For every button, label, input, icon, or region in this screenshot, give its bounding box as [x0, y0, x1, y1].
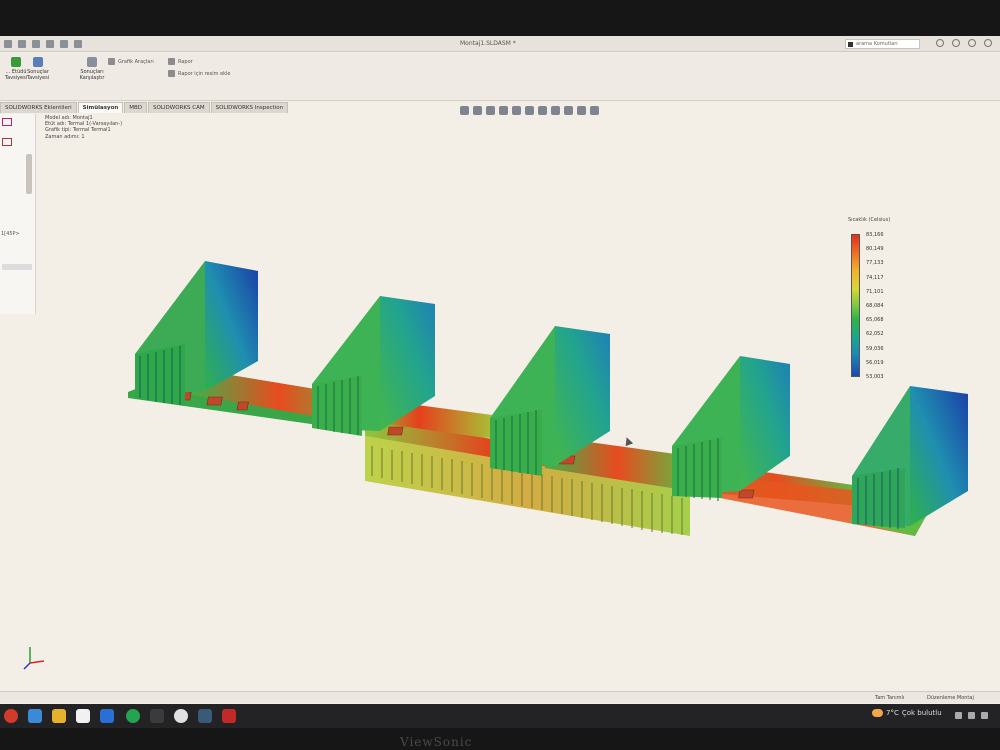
temperature-color-bar — [851, 234, 860, 377]
system-tray — [955, 712, 988, 719]
legend-value: 77,133 — [866, 260, 884, 267]
legend-value: 74,117 — [866, 274, 884, 281]
word-icon[interactable] — [100, 709, 114, 723]
chrome-icon[interactable] — [174, 709, 188, 723]
heatsink-5 — [852, 386, 968, 529]
thermal-model-viewport[interactable] — [0, 36, 1000, 728]
tray-chevron-icon[interactable] — [955, 712, 962, 719]
app-icon[interactable] — [150, 709, 164, 723]
legend-value: 80,149 — [866, 246, 884, 253]
status-edit-mode: Düzenleme Montaj — [927, 695, 974, 701]
legend-value: 59,036 — [866, 345, 884, 352]
status-definition: Tam Tanımlı — [875, 695, 905, 701]
legend-title: Sıcaklık (Celsius) — [848, 217, 891, 223]
store-icon[interactable] — [76, 709, 90, 723]
axis-triad — [23, 647, 45, 670]
app2-icon[interactable] — [198, 709, 212, 723]
cloud-sun-icon — [872, 709, 883, 717]
monitor-frame: Montaj1.SLDASM * arama Komutları ... Etü… — [0, 0, 1000, 750]
application-window: Montaj1.SLDASM * arama Komutları ... Etü… — [0, 36, 1000, 728]
solidworks-icon[interactable] — [222, 709, 236, 723]
legend-value: 65,068 — [866, 317, 884, 324]
legend-value: 53,003 — [866, 373, 884, 380]
network-icon[interactable] — [968, 712, 975, 719]
file-explorer-icon[interactable] — [52, 709, 66, 723]
weather-temp: 7°C — [886, 709, 899, 717]
weather-widget[interactable]: 7°C Çok bulutlu — [872, 709, 942, 717]
windows-taskbar: 7°C Çok bulutlu — [0, 704, 1000, 728]
legend-value: 56,019 — [866, 359, 884, 366]
browser-icon[interactable] — [4, 709, 18, 723]
legend-value: 83,166 — [866, 232, 884, 238]
whatsapp-icon[interactable] — [126, 709, 140, 723]
legend-value: 68,084 — [866, 302, 884, 309]
monitor-brand-logo: ViewSonic — [400, 735, 473, 749]
legend-value: 71,101 — [866, 288, 884, 295]
legend-values: 83,166 80,149 77,133 74,117 71,101 68,08… — [866, 232, 884, 380]
volume-icon[interactable] — [981, 712, 988, 719]
weather-description: Çok bulutlu — [901, 709, 942, 717]
status-bar: Tam Tanımlı Düzenleme Montaj — [0, 691, 1000, 703]
legend-value: 62,052 — [866, 331, 884, 338]
browser-edge-icon[interactable] — [28, 709, 42, 723]
